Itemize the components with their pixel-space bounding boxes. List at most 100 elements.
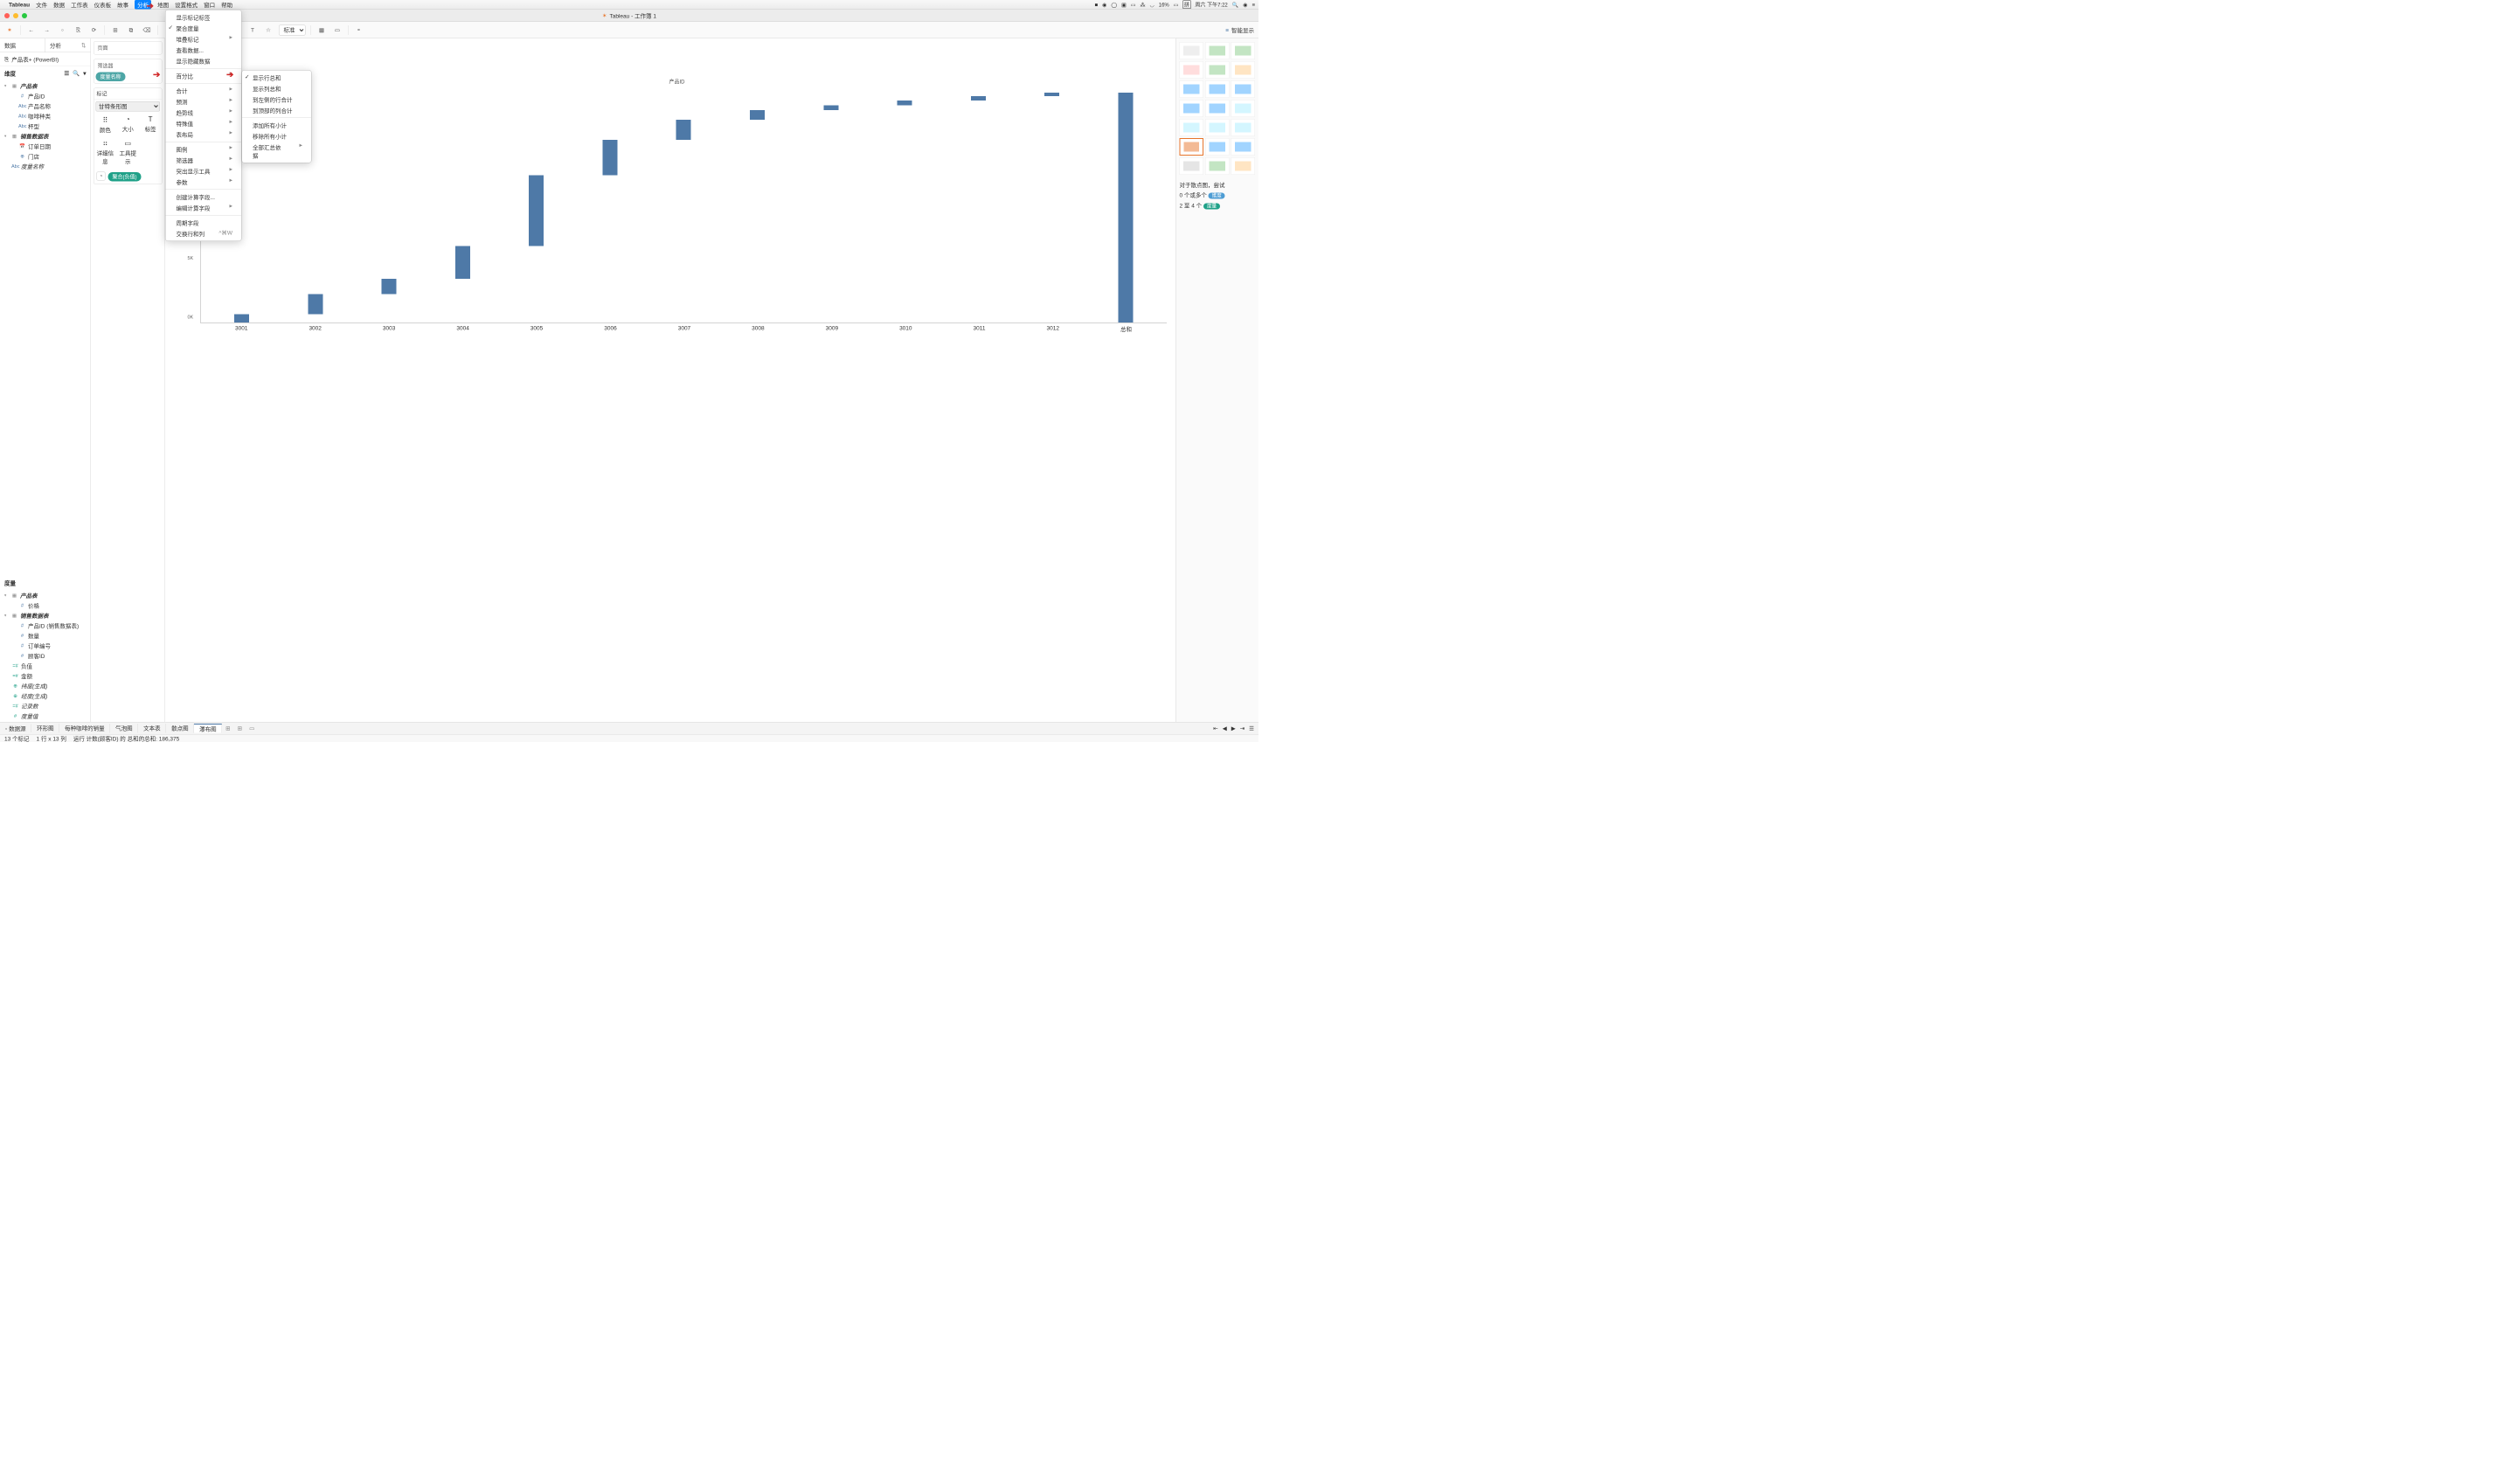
- menu-worksheet[interactable]: 工作表: [71, 1, 88, 10]
- wechat-icon[interactable]: ◉: [1102, 2, 1106, 8]
- menu-icon[interactable]: ▾: [83, 70, 86, 77]
- tree-field[interactable]: =#负值: [0, 661, 91, 671]
- chart-bar[interactable]: [602, 140, 617, 175]
- search-icon[interactable]: 🔍: [73, 70, 80, 77]
- chart-bar[interactable]: [308, 295, 322, 315]
- showme-thumb[interactable]: [1205, 61, 1230, 79]
- app-icon[interactable]: ▣: [1121, 2, 1127, 8]
- tree-field[interactable]: Abc咖啡种类: [0, 111, 91, 121]
- filters-shelf[interactable]: 筛选器 度量名称: [94, 59, 163, 84]
- sync-icon[interactable]: ◯: [1111, 2, 1117, 8]
- sheet-tab[interactable]: 文本表: [138, 724, 166, 733]
- showme-thumb[interactable]: [1180, 61, 1204, 79]
- chart-bar[interactable]: [823, 106, 838, 110]
- menu-item[interactable]: 图例: [166, 144, 242, 156]
- showme-thumb[interactable]: [1231, 138, 1256, 156]
- showme-thumb[interactable]: [1180, 42, 1204, 59]
- menu-item[interactable]: 交换行和列^⌘W: [166, 228, 242, 239]
- showme-thumb[interactable]: [1231, 119, 1256, 136]
- menu-dashboard[interactable]: 仪表板: [94, 1, 112, 10]
- tab-data[interactable]: 数据: [0, 38, 45, 52]
- menu-item[interactable]: 表布局: [166, 129, 242, 141]
- tree-field[interactable]: #数量: [0, 631, 91, 641]
- chart-bar[interactable]: [455, 246, 470, 279]
- agg-pill[interactable]: 聚合(负值): [108, 172, 142, 182]
- tree-field[interactable]: #顾客ID: [0, 651, 91, 662]
- share-button[interactable]: ⚬: [354, 24, 364, 35]
- menu-map[interactable]: 地图: [157, 1, 169, 10]
- refresh-button[interactable]: ⟳: [89, 24, 100, 35]
- bluetooth-icon[interactable]: ⁂: [1140, 2, 1145, 8]
- menu-item[interactable]: 查看数据...: [166, 45, 242, 56]
- agg-size-icon[interactable]: ◔: [97, 171, 106, 180]
- tree-table[interactable]: ▾▦销售数据表: [0, 131, 91, 142]
- showme-thumb[interactable]: [1180, 157, 1204, 175]
- marks-label[interactable]: T标签: [139, 114, 162, 137]
- sheet-tab[interactable]: 环形图: [31, 724, 59, 733]
- show-me-toggle[interactable]: ≡ 智能显示: [1225, 26, 1254, 35]
- sheet-list-button[interactable]: ☰: [1249, 725, 1254, 732]
- tree-field[interactable]: #产品ID: [0, 91, 91, 101]
- battery-percent[interactable]: 16%: [1159, 2, 1169, 8]
- showme-thumb[interactable]: [1180, 138, 1204, 156]
- menu-item[interactable]: 聚合度量: [166, 23, 242, 34]
- menu-item[interactable]: 全部汇总依据: [242, 142, 311, 161]
- chart-bar[interactable]: [676, 120, 691, 140]
- chart-bar[interactable]: [529, 175, 544, 246]
- menu-item[interactable]: 合计: [166, 86, 242, 97]
- prev-sheet-button[interactable]: ◀: [1223, 725, 1227, 732]
- menu-item[interactable]: 堆叠标记: [166, 34, 242, 45]
- tree-field[interactable]: #产品ID (销售数据表): [0, 621, 91, 631]
- spotlight-icon[interactable]: 🔍: [1232, 2, 1238, 8]
- menu-item[interactable]: 预测: [166, 96, 242, 107]
- marks-color[interactable]: ⠿颜色: [94, 114, 117, 137]
- datasource[interactable]: ⎘ 产品表+ (PowerBI): [0, 52, 91, 66]
- marks-detail[interactable]: ⠶详细信息: [94, 136, 117, 168]
- sheet-tab[interactable]: 瀑布图: [194, 724, 222, 733]
- forward-button[interactable]: →: [42, 24, 52, 35]
- filter-pill[interactable]: 度量名称: [96, 73, 126, 82]
- back-button[interactable]: ←: [26, 24, 37, 35]
- tree-field[interactable]: ⊕纬度(生成): [0, 681, 91, 691]
- menu-item[interactable]: 创建计算字段...: [166, 191, 242, 203]
- menu-item[interactable]: 参数: [166, 177, 242, 188]
- menu-item[interactable]: 趋势线: [166, 107, 242, 119]
- duplicate-button[interactable]: ⧉: [126, 24, 136, 35]
- menu-item[interactable]: 显示列总和: [242, 83, 311, 94]
- tree-field[interactable]: ⊕门店: [0, 151, 91, 162]
- new-dashboard-button[interactable]: ⊞: [234, 725, 246, 732]
- sheet-tab[interactable]: 每种咖啡的销量: [59, 724, 110, 733]
- tree-table[interactable]: ▾▦产品表: [0, 591, 91, 601]
- tree-field[interactable]: =#金额: [0, 671, 91, 682]
- ime-indicator[interactable]: 拼: [1182, 1, 1190, 10]
- chart-bar[interactable]: [898, 101, 912, 105]
- tableau-logo-icon[interactable]: ✶: [4, 24, 15, 35]
- sheet-tab[interactable]: 散点图: [166, 724, 194, 733]
- menu-story[interactable]: 故事: [117, 1, 128, 10]
- menu-item[interactable]: 周期字段: [166, 218, 242, 229]
- new-sheet-button[interactable]: ⊞: [222, 725, 233, 732]
- pin-button[interactable]: ☆: [263, 24, 274, 35]
- menu-item[interactable]: 显示标记标签: [166, 12, 242, 24]
- showme-thumb[interactable]: [1231, 80, 1256, 98]
- tree-field[interactable]: #度量值: [0, 711, 91, 722]
- menu-file[interactable]: 文件: [36, 1, 47, 10]
- first-sheet-button[interactable]: ⇤: [1213, 725, 1217, 732]
- notifications-icon[interactable]: ≡: [1252, 2, 1255, 8]
- new-worksheet-button[interactable]: ⊞: [110, 24, 121, 35]
- new-datasource-button[interactable]: ⎘: [73, 24, 84, 35]
- showme-thumb[interactable]: [1205, 119, 1230, 136]
- menu-item[interactable]: 筛选器: [166, 155, 242, 166]
- chart-bar[interactable]: [234, 315, 249, 322]
- tree-field[interactable]: #订单编号: [0, 641, 91, 651]
- showme-thumb[interactable]: [1205, 80, 1230, 98]
- device-button[interactable]: ▭: [332, 24, 343, 35]
- view-icon[interactable]: ☰: [64, 70, 69, 77]
- app-name[interactable]: Tableau: [9, 2, 30, 9]
- tree-field[interactable]: Abc度量名称: [0, 162, 91, 172]
- new-story-button[interactable]: ▭: [246, 725, 258, 732]
- datasource-tab[interactable]: ▫ 数据源: [0, 725, 31, 733]
- showme-thumb[interactable]: [1231, 61, 1256, 79]
- showme-thumb[interactable]: [1205, 138, 1230, 156]
- menu-data[interactable]: 数据: [53, 1, 65, 10]
